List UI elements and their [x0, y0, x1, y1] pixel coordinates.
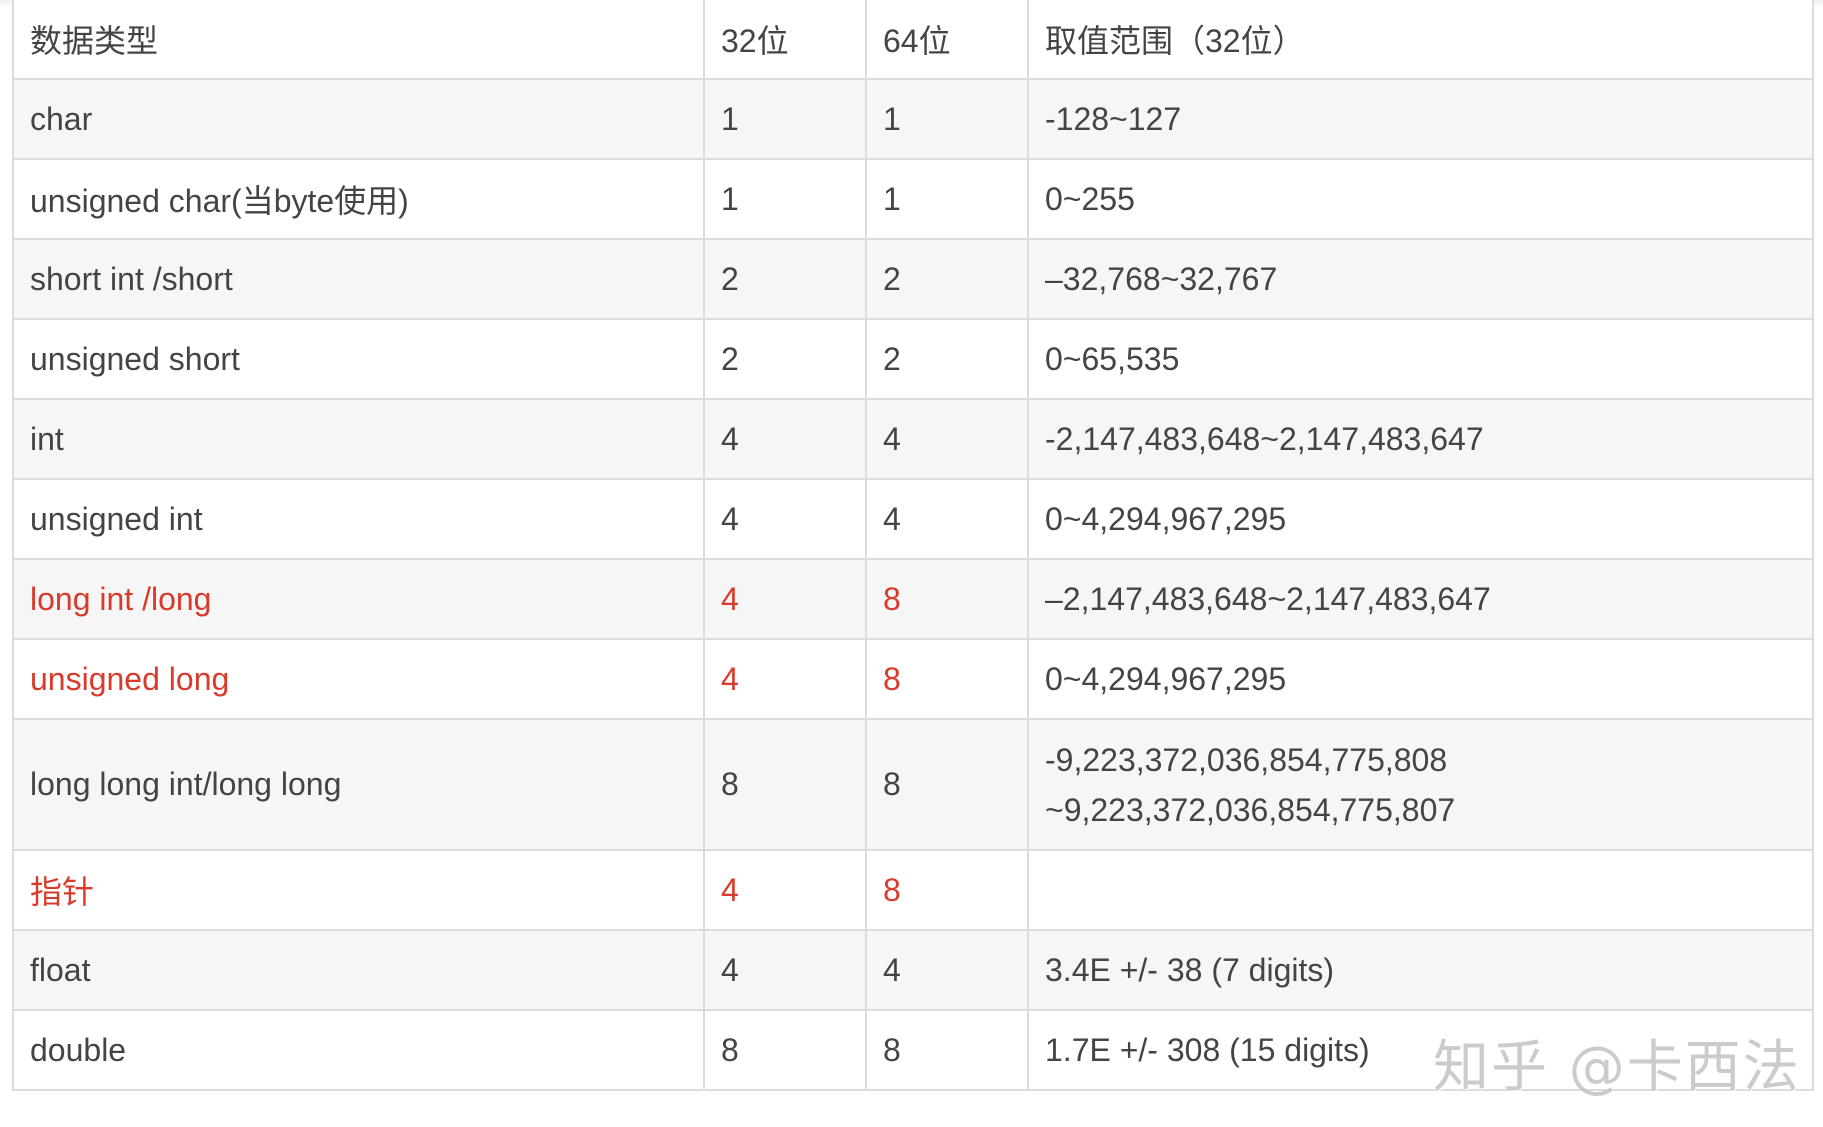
table-row: long long int/long long 8 8 -9,223,372,036,…	[12, 718, 1814, 851]
cell-range: 0~65,535	[1027, 318, 1814, 400]
cell-data-type: unsigned int	[12, 478, 705, 560]
table-row: unsigned char(当byte使用) 1 1 0~255	[12, 158, 1814, 240]
cell-32bit-size: 4	[703, 849, 867, 931]
cell-64bit-size: 8	[865, 1009, 1029, 1091]
cell-32bit-size: 4	[703, 398, 867, 480]
range-line: 0~65,535	[1045, 341, 1180, 377]
cell-32bit-size: 1	[703, 158, 867, 240]
header-64bit: 64位	[865, 0, 1029, 80]
table-row: long int /long 4 8 –2,147,483,648~2,147,483…	[12, 558, 1814, 640]
cell-32bit-size: 4	[703, 929, 867, 1011]
zhihu-watermark: 知乎 @卡西法	[1433, 1035, 1801, 1100]
range-line: 0~255	[1045, 181, 1135, 217]
range-line: 0~4,294,967,295	[1045, 501, 1287, 537]
cell-64bit-size: 1	[865, 158, 1029, 240]
cell-64bit-size: 4	[865, 929, 1029, 1011]
cell-data-type: char	[12, 78, 705, 160]
cell-32bit-size: 4	[703, 638, 867, 720]
range-line: ~9,223,372,036,854,775,807	[1045, 791, 1456, 828]
table-header-row: 数据类型 32位 64位 取值范围（32位）	[12, 0, 1814, 80]
cell-range	[1027, 849, 1814, 931]
cell-64bit-size: 8	[865, 849, 1029, 931]
cell-data-type: float	[12, 929, 705, 1011]
cell-32bit-size: 8	[703, 718, 867, 851]
cell-64bit-size: 4	[865, 398, 1029, 480]
cell-data-type: double	[12, 1009, 705, 1091]
table-row: int 4 4 -2,147,483,648~2,147,483,647	[12, 398, 1814, 480]
cell-range: -9,223,372,036,854,775,808 ~9,223,372,036…	[1027, 718, 1814, 851]
cell-range: 0~255	[1027, 158, 1814, 240]
table-row: short int /short 2 2 –32,768~32,767	[12, 238, 1814, 320]
table-row: unsigned long 4 8 0~4,294,967,295	[12, 638, 1814, 720]
cell-32bit-size: 2	[703, 318, 867, 400]
cell-data-type: long long int/long long	[12, 718, 705, 851]
cell-range: 3.4E +/- 38 (7 digits)	[1027, 929, 1814, 1011]
table-row: char 1 1 -128~127	[12, 78, 1814, 160]
cell-32bit-size: 4	[703, 558, 867, 640]
range-line: -128~127	[1045, 101, 1182, 137]
cell-64bit-size: 1	[865, 78, 1029, 160]
cell-32bit-size: 2	[703, 238, 867, 320]
cell-64bit-size: 8	[865, 638, 1029, 720]
header-data-type: 数据类型	[12, 0, 705, 80]
range-line: -9,223,372,036,854,775,808	[1045, 741, 1448, 778]
cell-data-type: unsigned short	[12, 318, 705, 400]
cell-data-type: 指针	[12, 849, 705, 931]
cell-64bit-size: 2	[865, 238, 1029, 320]
cell-range: 0~4,294,967,295	[1027, 478, 1814, 560]
range-line: –32,768~32,767	[1045, 261, 1278, 297]
cell-range: –2,147,483,648~2,147,483,647	[1027, 558, 1814, 640]
cell-data-type: unsigned char(当byte使用)	[12, 158, 705, 240]
header-range: 取值范围（32位）	[1027, 0, 1814, 80]
cell-range: -128~127	[1027, 78, 1814, 160]
data-types-table-container: 数据类型 32位 64位 取值范围（32位） char 1 1 -128~127 uns…	[12, 0, 1814, 1091]
table-row: unsigned short 2 2 0~65,535	[12, 318, 1814, 400]
range-line: 0~4,294,967,295	[1045, 661, 1287, 697]
cell-data-type: int	[12, 398, 705, 480]
range-line: –2,147,483,648~2,147,483,647	[1045, 581, 1491, 617]
cell-64bit-size: 2	[865, 318, 1029, 400]
range-line: 3.4E +/- 38 (7 digits)	[1045, 952, 1335, 988]
cell-data-type: long int /long	[12, 558, 705, 640]
table-row: 指针 4 8	[12, 849, 1814, 931]
cell-64bit-size: 4	[865, 478, 1029, 560]
cell-32bit-size: 8	[703, 1009, 867, 1091]
cell-64bit-size: 8	[865, 718, 1029, 851]
cell-range: -2,147,483,648~2,147,483,647	[1027, 398, 1814, 480]
cell-data-type: unsigned long	[12, 638, 705, 720]
cell-32bit-size: 1	[703, 78, 867, 160]
cell-data-type: short int /short	[12, 238, 705, 320]
range-line: -2,147,483,648~2,147,483,647	[1045, 421, 1484, 457]
cell-64bit-size: 8	[865, 558, 1029, 640]
cell-range: –32,768~32,767	[1027, 238, 1814, 320]
table-body: char 1 1 -128~127 unsigned char(当byte使用) 1 1 0~…	[12, 78, 1814, 1091]
cell-range: 0~4,294,967,295	[1027, 638, 1814, 720]
cell-32bit-size: 4	[703, 478, 867, 560]
header-32bit: 32位	[703, 0, 867, 80]
table-row: unsigned int 4 4 0~4,294,967,295	[12, 478, 1814, 560]
data-types-table: 数据类型 32位 64位 取值范围（32位） char 1 1 -128~127 uns…	[12, 0, 1814, 1091]
table-row: float 4 4 3.4E +/- 38 (7 digits)	[12, 929, 1814, 1011]
